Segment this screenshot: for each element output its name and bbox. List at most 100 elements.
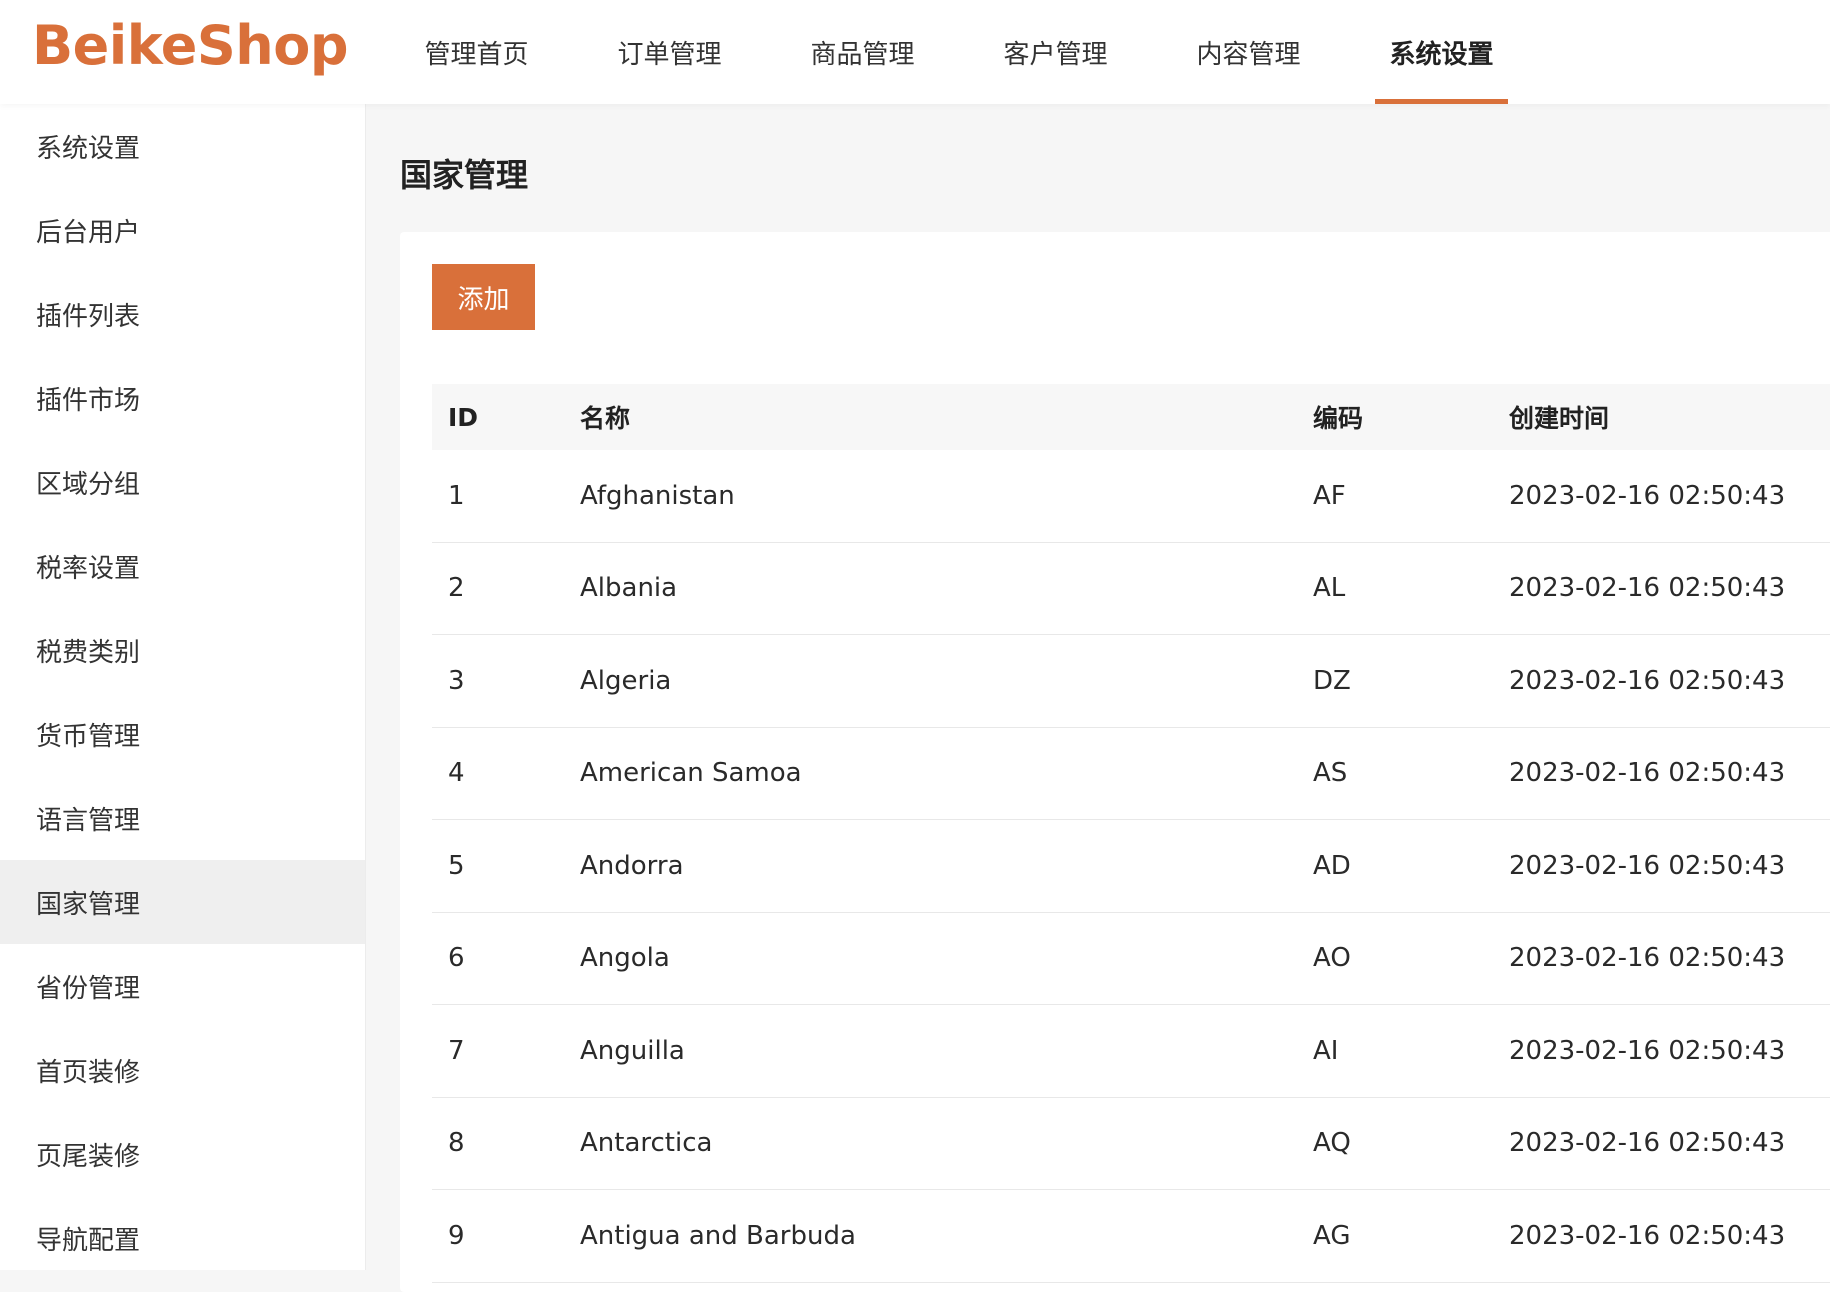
cell-code: AO: [1313, 943, 1351, 974]
cell-code: AI: [1313, 1035, 1339, 1066]
sidebar-item-label: 国家管理: [36, 889, 141, 920]
sidebar-item-label: 导航配置: [36, 1225, 141, 1256]
cell-name: Antigua and Barbuda: [580, 1220, 856, 1251]
cell-created: 2023-02-16 02:50:43: [1509, 480, 1786, 511]
column-header-name: 名称: [580, 404, 631, 433]
topnav-item-label: 系统设置: [1389, 39, 1494, 70]
table-row: 6 Angola AO 2023-02-16 02:50:43: [432, 913, 1830, 1005]
cell-created: 2023-02-16 02:50:43: [1509, 1128, 1786, 1159]
table-row: 7 Anguilla AI 2023-02-16 02:50:43: [432, 1005, 1830, 1098]
sidebar-item-admin-users[interactable]: 后台用户: [0, 188, 365, 272]
sidebar-item-tax-rates[interactable]: 税率设置: [0, 524, 365, 608]
cell-name: Andorra: [580, 850, 684, 881]
main-content: 国家管理 添加 ID 名称 编码 创建时间 1 Afghanistan AF 2023…: [366, 104, 1830, 1292]
cell-id: 2: [448, 573, 465, 604]
sidebar-item-label: 首页装修: [36, 1057, 141, 1088]
topnav-item-orders[interactable]: 订单管理: [573, 0, 766, 104]
cell-code: AG: [1313, 1220, 1351, 1251]
cell-created: 2023-02-16 02:50:43: [1509, 850, 1786, 881]
topnav-item-customers[interactable]: 客户管理: [959, 0, 1152, 104]
sidebar-item-system-settings[interactable]: 系统设置: [0, 104, 365, 188]
cell-created: 2023-02-16 02:50:43: [1509, 943, 1786, 974]
cell-created: 2023-02-16 02:50:43: [1509, 665, 1786, 696]
table-row: 1 Afghanistan AF 2023-02-16 02:50:43: [432, 450, 1830, 543]
column-header-created: 创建时间: [1509, 404, 1610, 433]
cell-name: Albania: [580, 573, 678, 604]
cell-name: Anguilla: [580, 1035, 685, 1066]
cell-created: 2023-02-16 02:50:43: [1509, 1035, 1786, 1066]
sidebar-item-label: 货币管理: [36, 721, 141, 752]
cell-id: 6: [448, 943, 465, 974]
sidebar-item-label: 页尾装修: [36, 1141, 141, 1172]
cell-id: 9: [448, 1220, 465, 1251]
cell-code: AD: [1313, 850, 1351, 881]
table-row: 9 Antigua and Barbuda AG 2023-02-16 02:50:4…: [432, 1190, 1830, 1283]
cell-code: AF: [1313, 480, 1346, 511]
sidebar-item-languages[interactable]: 语言管理: [0, 776, 365, 860]
cell-code: DZ: [1313, 665, 1351, 696]
sidebar-item-home-design[interactable]: 首页装修: [0, 1028, 365, 1112]
sidebar-item-label: 语言管理: [36, 805, 141, 836]
cell-id: 5: [448, 850, 465, 881]
topnav-item-label: 商品管理: [810, 39, 915, 70]
sidebar-item-provinces[interactable]: 省份管理: [0, 944, 365, 1028]
sidebar-item-region-groups[interactable]: 区域分组: [0, 440, 365, 524]
cell-name: Afghanistan: [580, 480, 735, 511]
cell-code: AS: [1313, 758, 1348, 789]
cell-id: 4: [448, 758, 465, 789]
topnav-item-dashboard[interactable]: 管理首页: [380, 0, 573, 104]
sidebar: 系统设置 后台用户 插件列表 插件市场 区域分组 税率设置 税费类别 货币管理 …: [0, 104, 366, 1270]
cell-created: 2023-02-16 02:50:43: [1509, 1220, 1786, 1251]
table-body: 1 Afghanistan AF 2023-02-16 02:50:43 2 Albani…: [432, 450, 1830, 1283]
sidebar-item-label: 区域分组: [36, 469, 141, 500]
cell-created: 2023-02-16 02:50:43: [1509, 573, 1786, 604]
cell-code: AL: [1313, 573, 1346, 604]
cell-name: American Samoa: [580, 758, 802, 789]
table-header: ID 名称 编码 创建时间: [432, 384, 1830, 450]
sidebar-item-label: 插件市场: [36, 385, 141, 416]
top-header: BeikeShop 管理首页 订单管理 商品管理 客户管理 内容管理 系统设置: [0, 0, 1830, 104]
sidebar-item-label: 后台用户: [36, 217, 141, 248]
sidebar-item-label: 系统设置: [36, 133, 141, 164]
cell-name: Antarctica: [580, 1128, 713, 1159]
table-row: 3 Algeria DZ 2023-02-16 02:50:43: [432, 635, 1830, 728]
countries-table: ID 名称 编码 创建时间 1 Afghanistan AF 2023-02-16 0…: [432, 384, 1830, 1283]
sidebar-item-countries[interactable]: 国家管理: [0, 860, 365, 944]
cell-id: 3: [448, 665, 465, 696]
cell-created: 2023-02-16 02:50:43: [1509, 758, 1786, 789]
page-title: 国家管理: [400, 156, 529, 194]
topnav-item-label: 订单管理: [617, 39, 722, 70]
brand-logo[interactable]: BeikeShop: [32, 14, 348, 77]
top-navigation: 管理首页 订单管理 商品管理 客户管理 内容管理 系统设置: [380, 0, 1538, 104]
table-row: 5 Andorra AD 2023-02-16 02:50:43: [432, 820, 1830, 913]
cell-id: 1: [448, 480, 465, 511]
sidebar-item-currencies[interactable]: 货币管理: [0, 692, 365, 776]
cell-id: 8: [448, 1128, 465, 1159]
cell-id: 7: [448, 1035, 465, 1066]
sidebar-item-footer-design[interactable]: 页尾装修: [0, 1112, 365, 1196]
sidebar-item-label: 插件列表: [36, 301, 141, 332]
topnav-item-products[interactable]: 商品管理: [766, 0, 959, 104]
sidebar-item-tax-classes[interactable]: 税费类别: [0, 608, 365, 692]
table-row: 2 Albania AL 2023-02-16 02:50:43: [432, 543, 1830, 635]
column-header-id: ID: [448, 402, 479, 432]
topnav-item-label: 管理首页: [424, 39, 529, 70]
sidebar-item-label: 省份管理: [36, 973, 141, 1004]
sidebar-item-plugin-list[interactable]: 插件列表: [0, 272, 365, 356]
content-card: 添加 ID 名称 编码 创建时间 1 Afghanistan AF 2023-02-1…: [400, 232, 1830, 1292]
table-row: 4 American Samoa AS 2023-02-16 02:50:43: [432, 728, 1830, 820]
add-button[interactable]: 添加: [432, 264, 535, 330]
sidebar-item-label: 税费类别: [36, 637, 141, 668]
sidebar-item-nav-config[interactable]: 导航配置: [0, 1196, 365, 1280]
table-row: 8 Antarctica AQ 2023-02-16 02:50:43: [432, 1098, 1830, 1190]
topnav-item-label: 客户管理: [1003, 39, 1108, 70]
topnav-item-label: 内容管理: [1196, 39, 1301, 70]
column-header-code: 编码: [1313, 404, 1364, 433]
active-indicator: [1375, 99, 1508, 104]
sidebar-item-label: 税率设置: [36, 553, 141, 584]
topnav-item-content[interactable]: 内容管理: [1152, 0, 1345, 104]
sidebar-item-plugin-market[interactable]: 插件市场: [0, 356, 365, 440]
cell-name: Algeria: [580, 665, 672, 696]
cell-code: AQ: [1313, 1128, 1351, 1159]
topnav-item-settings[interactable]: 系统设置: [1345, 0, 1538, 104]
